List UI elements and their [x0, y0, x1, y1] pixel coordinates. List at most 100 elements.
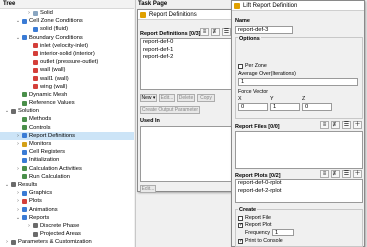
report-definitions-list-label: Report Definitions [0/3] — [140, 31, 201, 37]
tree-item[interactable]: Reference Values — [0, 99, 134, 107]
tree-item[interactable]: wing (wall) — [0, 83, 134, 91]
tree-node-icon — [22, 125, 27, 131]
tree-node-icon — [33, 84, 38, 90]
tree-item[interactable]: wall (wall) — [0, 66, 134, 74]
tree-item[interactable]: › Graphics — [0, 189, 134, 197]
tree-item[interactable]: › Monitors — [0, 140, 134, 148]
select-all-icon[interactable]: ≡ — [320, 170, 329, 178]
tree-item[interactable]: solid (fluid) — [0, 25, 134, 33]
print-to-console-checkbox[interactable] — [238, 238, 243, 244]
tree-item[interactable]: ⌄ Boundary Conditions — [0, 34, 134, 42]
used-in-list[interactable] — [140, 126, 232, 182]
chevron-right-icon[interactable]: › — [26, 222, 32, 230]
tree-item[interactable]: › Animations — [0, 206, 134, 214]
tree-item-label: Discrete Phase — [40, 222, 80, 229]
chevron-down-icon[interactable]: ⌄ — [4, 181, 10, 189]
report-definitions-titlebar[interactable]: Report Definitions — [138, 10, 233, 20]
tree-node-icon — [22, 100, 27, 106]
new-file-icon[interactable]: ＋ — [353, 121, 362, 129]
tree-item[interactable]: Run Calculation — [0, 173, 134, 181]
copy-button[interactable]: Copy — [197, 94, 215, 102]
force-x-field[interactable]: 0 — [238, 103, 268, 111]
tree-item-label: Animations — [29, 206, 58, 213]
tree-item[interactable]: ⌄ Reports — [0, 214, 134, 222]
deselect-all-icon[interactable]: ≢ — [331, 170, 340, 178]
tree-item[interactable]: Methods — [0, 115, 134, 123]
chevron-down-icon[interactable]: ⌄ — [15, 17, 21, 25]
force-y-field[interactable]: 1 — [270, 103, 300, 111]
force-z-field[interactable]: 0 — [302, 103, 332, 111]
tree-node-icon — [33, 26, 38, 32]
name-label: Name — [235, 18, 250, 24]
tree-item[interactable]: outlet (pressure-outlet) — [0, 58, 134, 66]
tree-item[interactable]: Cell Registers — [0, 148, 134, 156]
chevron-right-icon[interactable]: › — [15, 197, 21, 205]
tree-item-label: Controls — [29, 124, 51, 131]
list-item[interactable]: report-def-0 — [141, 39, 231, 47]
list-item[interactable]: report-def-2-rplot — [236, 188, 362, 196]
filter-icon[interactable]: ☰ — [342, 170, 351, 178]
edit-button[interactable]: Edit... — [159, 94, 175, 102]
chevron-right-icon[interactable]: › — [15, 132, 21, 140]
tree-item[interactable]: ⌄ Solution — [0, 107, 134, 115]
per-zone-checkbox[interactable] — [238, 64, 243, 69]
chevron-right-icon[interactable]: › — [15, 206, 21, 214]
chevron-down-icon[interactable]: ⌄ — [15, 34, 21, 42]
report-definitions-list[interactable]: report-def-0 report-def-1 report-def-2 — [140, 38, 232, 90]
report-files-list[interactable] — [235, 131, 363, 169]
tree-item[interactable]: › Parameters & Customization — [0, 238, 134, 246]
tree-item[interactable]: › Plots — [0, 197, 134, 205]
average-over-field[interactable]: 1 — [238, 78, 358, 86]
deselect-all-icon[interactable]: ≢ — [211, 28, 220, 36]
tree-item[interactable]: › Discrete Phase — [0, 222, 134, 230]
tree-node-icon — [22, 35, 27, 41]
tree-item-label: Graphics — [29, 190, 53, 197]
tree-item[interactable]: Controls — [0, 124, 134, 132]
list-item[interactable]: report-def-2 — [141, 54, 231, 62]
filter-icon[interactable]: ☰ — [342, 121, 351, 129]
tree-item[interactable]: inlet (velocity-inlet) — [0, 42, 134, 50]
new-plot-icon[interactable]: ＋ — [353, 170, 362, 178]
chevron-right-icon[interactable]: › — [26, 9, 32, 17]
select-all-icon[interactable]: ≡ — [200, 28, 209, 36]
frequency-label: Frequency — [245, 230, 271, 236]
tree-item[interactable]: › Solid — [0, 9, 134, 17]
frequency-field[interactable]: 1 — [272, 229, 294, 236]
tree-item[interactable]: Projected Areas — [0, 230, 134, 238]
tree-item[interactable]: wall1 (wall) — [0, 75, 134, 83]
tree-item[interactable]: Initialization — [0, 156, 134, 164]
tree-item[interactable]: Dynamic Mesh — [0, 91, 134, 99]
new-button[interactable]: New ▾ — [140, 94, 157, 102]
name-field[interactable]: report-def-3 — [235, 26, 293, 34]
chevron-down-icon[interactable]: ⌄ — [4, 107, 10, 115]
used-in-edit-button[interactable]: Edit... — [140, 185, 156, 193]
list-item[interactable]: report-def-1 — [141, 47, 231, 55]
report-file-checkbox[interactable] — [238, 216, 243, 221]
report-plot-checkbox[interactable] — [238, 222, 243, 228]
chevron-right-icon[interactable]: › — [15, 165, 21, 173]
delete-button[interactable]: Delete — [177, 94, 195, 102]
tree-item[interactable]: ⌄ Results — [0, 181, 134, 189]
tree-item[interactable]: › Report Definitions — [0, 131, 134, 140]
tree-item[interactable]: ⌄ Cell Zone Conditions — [0, 17, 134, 25]
deselect-all-icon[interactable]: ≢ — [331, 121, 340, 129]
tree-item-label: inlet (velocity-inlet) — [40, 42, 88, 49]
tree-item[interactable]: interior-solid (interior) — [0, 50, 134, 58]
tree-item-label: Boundary Conditions — [29, 34, 83, 41]
lift-dialog-titlebar[interactable]: Lift Report Definition — [232, 1, 364, 11]
tree-item[interactable]: › Calculation Activities — [0, 165, 134, 173]
report-plots-list[interactable]: report-def-0-rplot report-def-2-rplot — [235, 179, 363, 203]
chevron-right-icon[interactable]: › — [15, 189, 21, 197]
filter-icon[interactable]: ☰ — [222, 28, 231, 36]
chevron-right-icon[interactable]: › — [15, 140, 21, 148]
z-label: Z — [302, 96, 306, 102]
list-item[interactable]: report-def-0-rplot — [236, 180, 362, 188]
tree-item-label: Cell Zone Conditions — [29, 18, 83, 25]
chevron-down-icon[interactable]: ⌄ — [15, 214, 21, 222]
select-all-icon[interactable]: ≡ — [320, 121, 329, 129]
tree-item-label: Reference Values — [29, 100, 75, 107]
report-file-label: Report File — [245, 215, 271, 221]
create-output-parameter-button[interactable]: Create Output Parameter — [140, 106, 200, 114]
chevron-right-icon[interactable]: › — [4, 238, 10, 246]
report-plot-label: Report Plot — [245, 222, 272, 228]
